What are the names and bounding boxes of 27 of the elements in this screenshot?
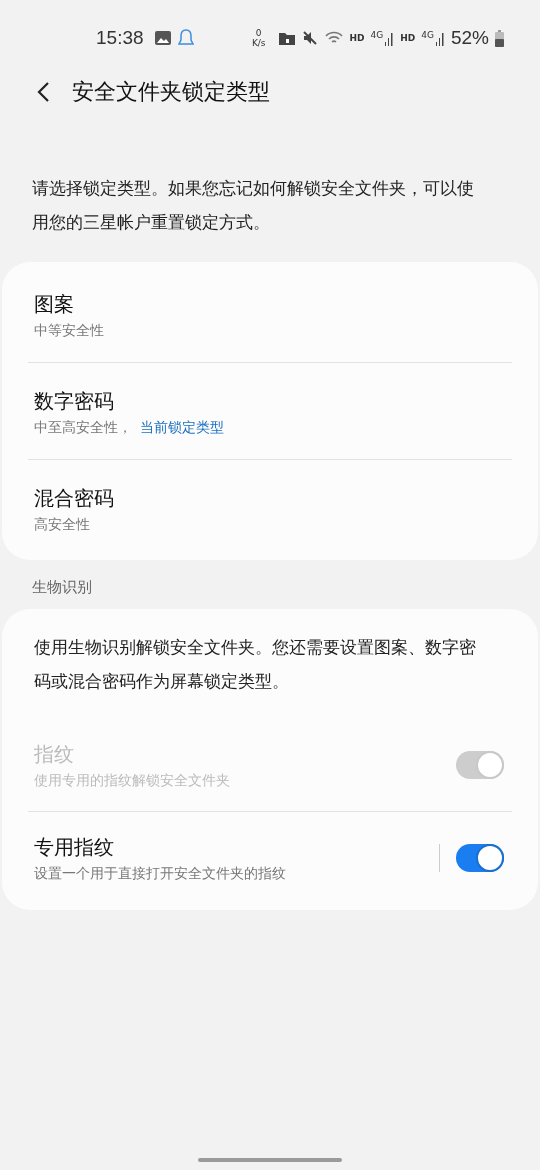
net-speed: 0 K/s <box>251 28 266 48</box>
setting-title: 指纹 <box>34 740 75 768</box>
toggle-switch[interactable] <box>456 844 504 872</box>
network-label: 4G <box>370 30 384 40</box>
back-icon <box>36 81 50 103</box>
network-label: 4G <box>421 30 434 40</box>
image-icon <box>153 30 172 46</box>
lock-type-item[interactable]: 数字密码 中至高安全性， 当前锁定类型 <box>2 363 538 459</box>
section-label: 生物识别 <box>31 577 93 598</box>
battery-icon <box>495 29 504 47</box>
hd-label: HD <box>400 33 416 43</box>
page-title: 安全文件夹锁定类型 <box>72 78 270 106</box>
lock-type-item[interactable]: 混合密码 高安全性 <box>2 460 538 556</box>
signal-icon <box>384 30 395 46</box>
wifi-icon <box>323 30 344 46</box>
status-time: 15:38 <box>96 27 144 49</box>
battery-percent: 52% <box>450 27 489 49</box>
description-text: 请选择锁定类型。如果您忘记如何解锁安全文件夹，可以使用您的三星帐户重置锁定方式。 <box>32 178 475 234</box>
hd-label: HD <box>349 33 365 43</box>
mute-icon <box>301 30 318 46</box>
folder-lock-icon <box>277 30 296 46</box>
signal-icon <box>434 30 445 46</box>
biometrics-description: 使用生物识别解锁安全文件夹。您还需要设置图案、数字密码或混合密码作为屏幕锁定类型。 <box>34 637 477 693</box>
setting-title: 专用指纹 <box>34 833 115 861</box>
setting-subtitle: 使用专用的指纹解锁安全文件夹 <box>34 771 231 790</box>
lock-type-item[interactable]: 图案 中等安全性 <box>2 266 538 362</box>
setting-subtitle: 设置一个用于直接打开安全文件夹的指纹 <box>34 864 287 883</box>
